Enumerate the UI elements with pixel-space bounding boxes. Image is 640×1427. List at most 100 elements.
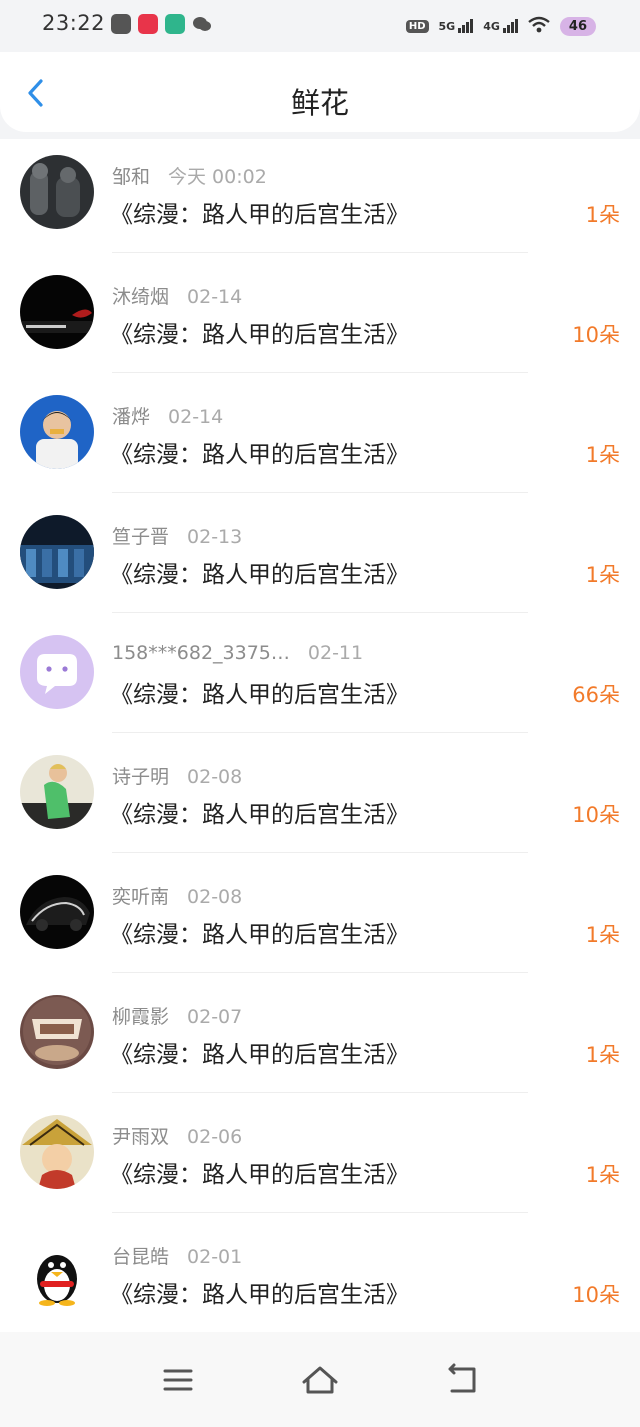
avatar[interactable] <box>20 155 94 229</box>
list-item[interactable]: 邹和 今天 00:02 《综漫：路人甲的后宫生活》 1朵 <box>0 139 640 259</box>
flower-count: 1朵 <box>585 923 620 947</box>
book-title: 《综漫：路人甲的后宫生活》 <box>110 562 409 588</box>
book-title: 《综漫：路人甲的后宫生活》 <box>110 682 409 708</box>
book-title: 《综漫：路人甲的后宫生活》 <box>110 802 409 828</box>
status-time: 23:22 <box>42 11 106 35</box>
book-title: 《综漫：路人甲的后宫生活》 <box>110 922 409 948</box>
user-name: 邹和 <box>112 166 151 188</box>
avatar[interactable] <box>20 755 94 829</box>
divider <box>112 612 528 613</box>
hd-badge: HD <box>405 19 429 33</box>
list-item[interactable]: 笪子晋 02-13 《综漫：路人甲的后宫生活》 1朵 <box>0 499 640 619</box>
battery-indicator: 46 <box>559 16 596 36</box>
list-item[interactable]: 诗子明 02-08 《综漫：路人甲的后宫生活》 10朵 <box>0 739 640 859</box>
book-title: 《综漫：路人甲的后宫生活》 <box>110 1282 409 1308</box>
item-time: 02-14 <box>168 406 224 428</box>
flower-count: 66朵 <box>572 683 620 707</box>
divider <box>112 852 528 853</box>
item-meta: 诗子明 02-08 <box>112 762 242 789</box>
red-app-icon <box>138 14 158 34</box>
flower-count: 1朵 <box>585 203 620 227</box>
signal-app-icon <box>165 14 185 34</box>
divider <box>112 1092 528 1093</box>
item-meta: 台昆皓 02-01 <box>112 1242 242 1269</box>
net-label-4g: 4G <box>483 20 500 33</box>
signal-4g-icon: 4G <box>483 19 518 33</box>
list-item[interactable]: 奕听南 02-08 《综漫：路人甲的后宫生活》 1朵 <box>0 859 640 979</box>
avatar[interactable] <box>20 395 94 469</box>
flower-count: 10朵 <box>572 1283 620 1307</box>
user-name: 台昆皓 <box>112 1246 170 1268</box>
flower-count: 1朵 <box>585 443 620 467</box>
user-name: 沐绮烟 <box>112 286 170 308</box>
item-meta: 邹和 今天 00:02 <box>112 162 267 189</box>
book-title: 《综漫：路人甲的后宫生活》 <box>110 442 409 468</box>
signal-5g-icon: 5G <box>439 19 474 33</box>
avatar[interactable] <box>20 275 94 349</box>
item-meta: 尹雨双 02-06 <box>112 1122 242 1149</box>
page-title: 鲜花 <box>290 86 349 120</box>
item-meta: 笪子晋 02-13 <box>112 522 242 549</box>
user-name: 潘烨 <box>112 406 151 428</box>
list-item[interactable]: 柳霞影 02-07 《综漫：路人甲的后宫生活》 1朵 <box>0 979 640 1099</box>
robot-app-icon <box>111 14 131 34</box>
flower-count: 1朵 <box>585 563 620 587</box>
home-icon[interactable] <box>300 1362 340 1398</box>
user-name: 158***682_3375… <box>112 642 290 664</box>
book-title: 《综漫：路人甲的后宫生活》 <box>110 1042 409 1068</box>
item-time: 02-07 <box>187 1006 243 1028</box>
user-name: 尹雨双 <box>112 1126 170 1148</box>
item-time: 今天 00:02 <box>168 166 267 188</box>
item-meta: 沐绮烟 02-14 <box>112 282 242 309</box>
wifi-icon <box>528 16 550 37</box>
avatar[interactable] <box>20 875 94 949</box>
divider <box>112 972 528 973</box>
item-meta: 柳霞影 02-07 <box>112 1002 242 1029</box>
item-time: 02-01 <box>187 1246 243 1268</box>
divider <box>112 492 528 493</box>
list-item[interactable]: 沐绮烟 02-14 《综漫：路人甲的后宫生活》 10朵 <box>0 259 640 379</box>
item-time: 02-06 <box>187 1126 243 1148</box>
item-meta: 奕听南 02-08 <box>112 882 242 909</box>
avatar[interactable] <box>20 515 94 589</box>
user-name: 柳霞影 <box>112 1006 170 1028</box>
divider <box>112 372 528 373</box>
list-item[interactable]: 台昆皓 02-01 《综漫：路人甲的后宫生活》 10朵 <box>0 1219 640 1339</box>
item-time: 02-13 <box>187 526 243 548</box>
user-name: 诗子明 <box>112 766 170 788</box>
item-meta: 158***682_3375… 02-11 <box>112 642 363 664</box>
header: 鲜花 <box>0 52 640 132</box>
item-meta: 潘烨 02-14 <box>112 402 223 429</box>
status-indicators: HD 5G 4G 46 <box>405 13 596 39</box>
book-title: 《综漫：路人甲的后宫生活》 <box>110 1162 409 1188</box>
wechat-icon <box>192 14 212 34</box>
status-bar: 23:22 HD 5G 4G 46 <box>0 0 640 52</box>
user-name: 笪子晋 <box>112 526 170 548</box>
user-name: 奕听南 <box>112 886 170 908</box>
flower-count: 10朵 <box>572 323 620 347</box>
back-icon[interactable] <box>442 1362 482 1398</box>
item-time: 02-08 <box>187 886 243 908</box>
item-time: 02-14 <box>187 286 243 308</box>
avatar[interactable] <box>20 1235 94 1309</box>
avatar[interactable] <box>20 1115 94 1189</box>
item-time: 02-08 <box>187 766 243 788</box>
system-nav-bar <box>0 1332 640 1427</box>
divider <box>112 732 528 733</box>
flower-count: 10朵 <box>572 803 620 827</box>
book-title: 《综漫：路人甲的后宫生活》 <box>110 202 409 228</box>
item-time: 02-11 <box>307 642 364 664</box>
list-item[interactable]: 潘烨 02-14 《综漫：路人甲的后宫生活》 1朵 <box>0 379 640 499</box>
menu-icon[interactable] <box>158 1362 198 1398</box>
gift-list: 邹和 今天 00:02 《综漫：路人甲的后宫生活》 1朵 沐绮烟 02-14 《综漫… <box>0 139 640 1332</box>
divider <box>112 1212 528 1213</box>
avatar[interactable] <box>20 635 94 709</box>
flower-count: 1朵 <box>585 1163 620 1187</box>
avatar[interactable] <box>20 995 94 1069</box>
divider <box>112 252 528 253</box>
net-label-5g: 5G <box>438 20 456 33</box>
flower-count: 1朵 <box>585 1043 620 1067</box>
list-item[interactable]: 尹雨双 02-06 《综漫：路人甲的后宫生活》 1朵 <box>0 1099 640 1219</box>
list-item[interactable]: 158***682_3375… 02-11 《综漫：路人甲的后宫生活》 66朵 <box>0 619 640 739</box>
book-title: 《综漫：路人甲的后宫生活》 <box>110 322 409 348</box>
